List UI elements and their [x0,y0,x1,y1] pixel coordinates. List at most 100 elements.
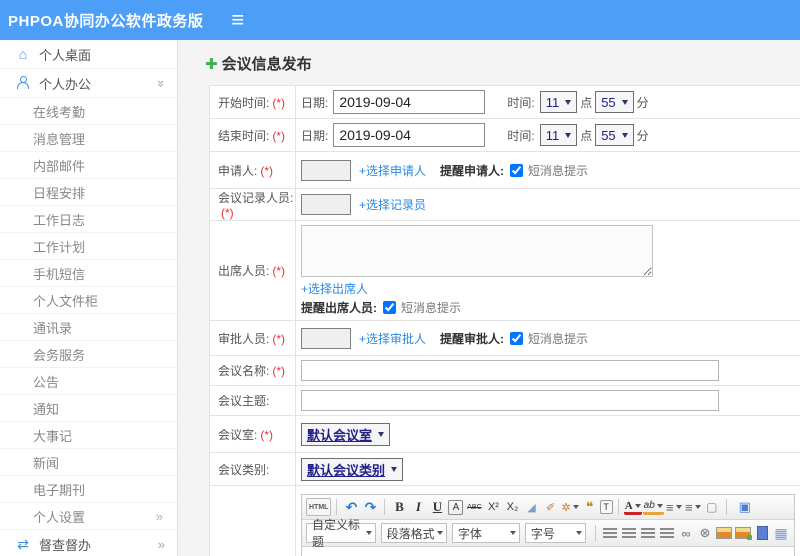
meeting-category-select[interactable]: 默认会议类别 [301,457,404,481]
strikethrough-button[interactable]: ABC [465,498,483,516]
italic-button[interactable]: I [409,498,427,516]
sidebar-item-personal-office[interactable]: 个人办公 » [0,69,177,98]
form-row-meeting-room: 会议室: (*) 默认会议室 [209,415,800,453]
minute-unit: 分 [636,95,649,110]
redo-button[interactable]: ↷ [361,498,379,516]
choose-attendees-link[interactable]: +选择出席人 [301,282,368,296]
sidebar-item-work-plan[interactable]: 工作计划 [0,233,177,260]
link-button[interactable]: ∞ [677,524,695,542]
eraser-icon[interactable]: ◢ [522,498,540,516]
align-left-button[interactable] [601,524,619,542]
superscript-button[interactable]: X² [484,498,502,516]
field-label: 会议名称: [218,364,270,378]
new-page-button[interactable]: ▢ [703,498,721,516]
choose-applicant-link[interactable]: +选择申请人 [359,162,426,179]
paragraph-format-dropdown[interactable]: 段落格式 [380,523,447,543]
choose-recorder-link[interactable]: +选择记录员 [359,196,426,213]
font-size-dropdown[interactable]: 字号 [524,523,586,543]
start-date-input[interactable] [333,90,486,114]
required-mark: (*) [221,206,234,220]
sidebar-item-label: 个人办公 [39,76,92,92]
date-label: 日期: [301,128,329,143]
insert-table-button[interactable]: ▦ [772,524,790,542]
sidebar-item-news[interactable]: 新闻 [0,449,177,476]
preview-button[interactable]: ▣ [736,498,754,516]
time-label: 时间: [507,128,535,143]
blockquote-button[interactable]: ❝ [581,498,599,516]
auto-typeset-button[interactable]: ✲ [560,498,579,516]
ordered-list-button[interactable]: ≡ [665,498,683,516]
attendees-textarea[interactable] [301,225,653,277]
upload-image-button[interactable] [734,524,752,542]
sidebar-item-internal-mail[interactable]: 内部邮件 [0,152,177,179]
insert-media-button[interactable] [753,524,771,542]
end-hour-select[interactable]: 11 [539,124,578,146]
sidebar-item-schedule[interactable]: 日程安排 [0,179,177,206]
underline-button[interactable]: U [428,498,446,516]
chevron-right-icon: » [155,508,163,524]
toolbar-separator [595,525,596,541]
sidebar-item-online-attendance[interactable]: 在线考勤 [0,98,177,125]
sidebar-item-supervision[interactable]: ⇄ 督查督办 » [0,530,177,556]
align-justify-button[interactable] [658,524,676,542]
editor-content-area[interactable] [302,547,794,556]
sidebar-item-notice[interactable]: 通知 [0,395,177,422]
approver-sms-checkbox[interactable] [510,331,524,345]
insert-image-button[interactable] [715,524,733,542]
custom-title-dropdown[interactable]: 自定义标题 [306,518,376,549]
sidebar-item-e-journal[interactable]: 电子期刊 [0,476,177,503]
sidebar-item-work-log[interactable]: 工作日志 [0,206,177,233]
sidebar-item-personal-file-cabinet[interactable]: 个人文件柜 [0,287,177,314]
main-layout: ⌂ 个人桌面 个人办公 » 在线考勤 消息管理 内部邮件 日程安排 工作日志 工… [0,40,800,556]
app-header: PHPOA协同办公软件政务版 ≡ [0,0,800,40]
undo-button[interactable]: ↶ [342,498,360,516]
meeting-name-input[interactable] [301,360,719,381]
attendees-sms-checkbox[interactable] [383,301,396,314]
sidebar-item-announcement[interactable]: 公告 [0,368,177,395]
sidebar-item-personal-desktop[interactable]: ⌂ 个人桌面 [0,40,177,69]
field-label: 出席人员: [218,264,270,278]
remind-approver-label: 提醒审批人: [440,331,505,346]
end-minute-select[interactable]: 55 [595,124,634,146]
sms-hint-label: 短消息提示 [528,331,589,346]
highlight-color-button[interactable]: ab [642,500,664,515]
start-minute-select[interactable]: 55 [595,91,634,113]
unlink-button[interactable]: ⊗ [696,524,714,542]
recorder-input[interactable] [301,194,351,215]
align-center-button[interactable] [620,524,638,542]
form-row-attendees: 出席人员: (*) +选择出席人 提醒出席人员: 短消息提示 [209,220,800,321]
bold-button[interactable]: B [390,498,408,516]
sidebar-item-personal-settings[interactable]: 个人设置 » [0,503,177,530]
form-row-start-time: 开始时间:(*) 日期: 时间: 11 点 55 分 [209,85,800,119]
form-row-content-editor: HTML ↶ ↷ B I U A ABC X² X₂ ◢ ✐ ✲ ❝ T A a… [209,485,800,556]
approver-input[interactable] [301,327,351,349]
clean-format-icon[interactable]: ✐ [541,498,559,516]
paste-as-text-button[interactable]: T [599,500,613,514]
html-source-button[interactable]: HTML [306,498,332,516]
align-right-button[interactable] [639,524,657,542]
sidebar-item-message-management[interactable]: 消息管理 [0,125,177,152]
sidebar-item-contacts[interactable]: 通讯录 [0,314,177,341]
end-date-input[interactable] [333,123,486,147]
sidebar-item-major-events[interactable]: 大事记 [0,422,177,449]
font-border-button[interactable]: A [448,499,464,515]
sidebar-item-meeting-services[interactable]: 会务服务 [0,341,177,368]
sidebar-item-mobile-sms[interactable]: 手机短信 [0,260,177,287]
meeting-room-select[interactable]: 默认会议室 [301,422,391,446]
subscript-button[interactable]: X₂ [503,498,521,516]
required-mark: (*) [272,264,286,278]
image-upload-icon [735,527,752,540]
font-color-button[interactable]: A [623,500,642,515]
form-row-meeting-name: 会议名称: (*) [209,355,800,386]
hamburger-menu-icon[interactable]: ≡ [231,9,244,31]
time-label: 时间: [507,95,535,110]
applicant-input[interactable] [301,159,351,181]
meeting-topic-input[interactable] [301,390,719,411]
form-row-approver: 审批人员: (*) +选择审批人 提醒审批人: 短消息提示 [209,320,800,356]
main-content: ✚ 会议信息发布 开始时间:(*) 日期: 时间: 11 点 55 分 [178,40,800,556]
font-family-dropdown[interactable]: 字体 [451,523,520,543]
applicant-sms-checkbox[interactable] [510,163,524,177]
unordered-list-button[interactable]: ≡ [684,498,702,516]
start-hour-select[interactable]: 11 [539,91,578,113]
choose-approver-link[interactable]: +选择审批人 [359,330,426,347]
